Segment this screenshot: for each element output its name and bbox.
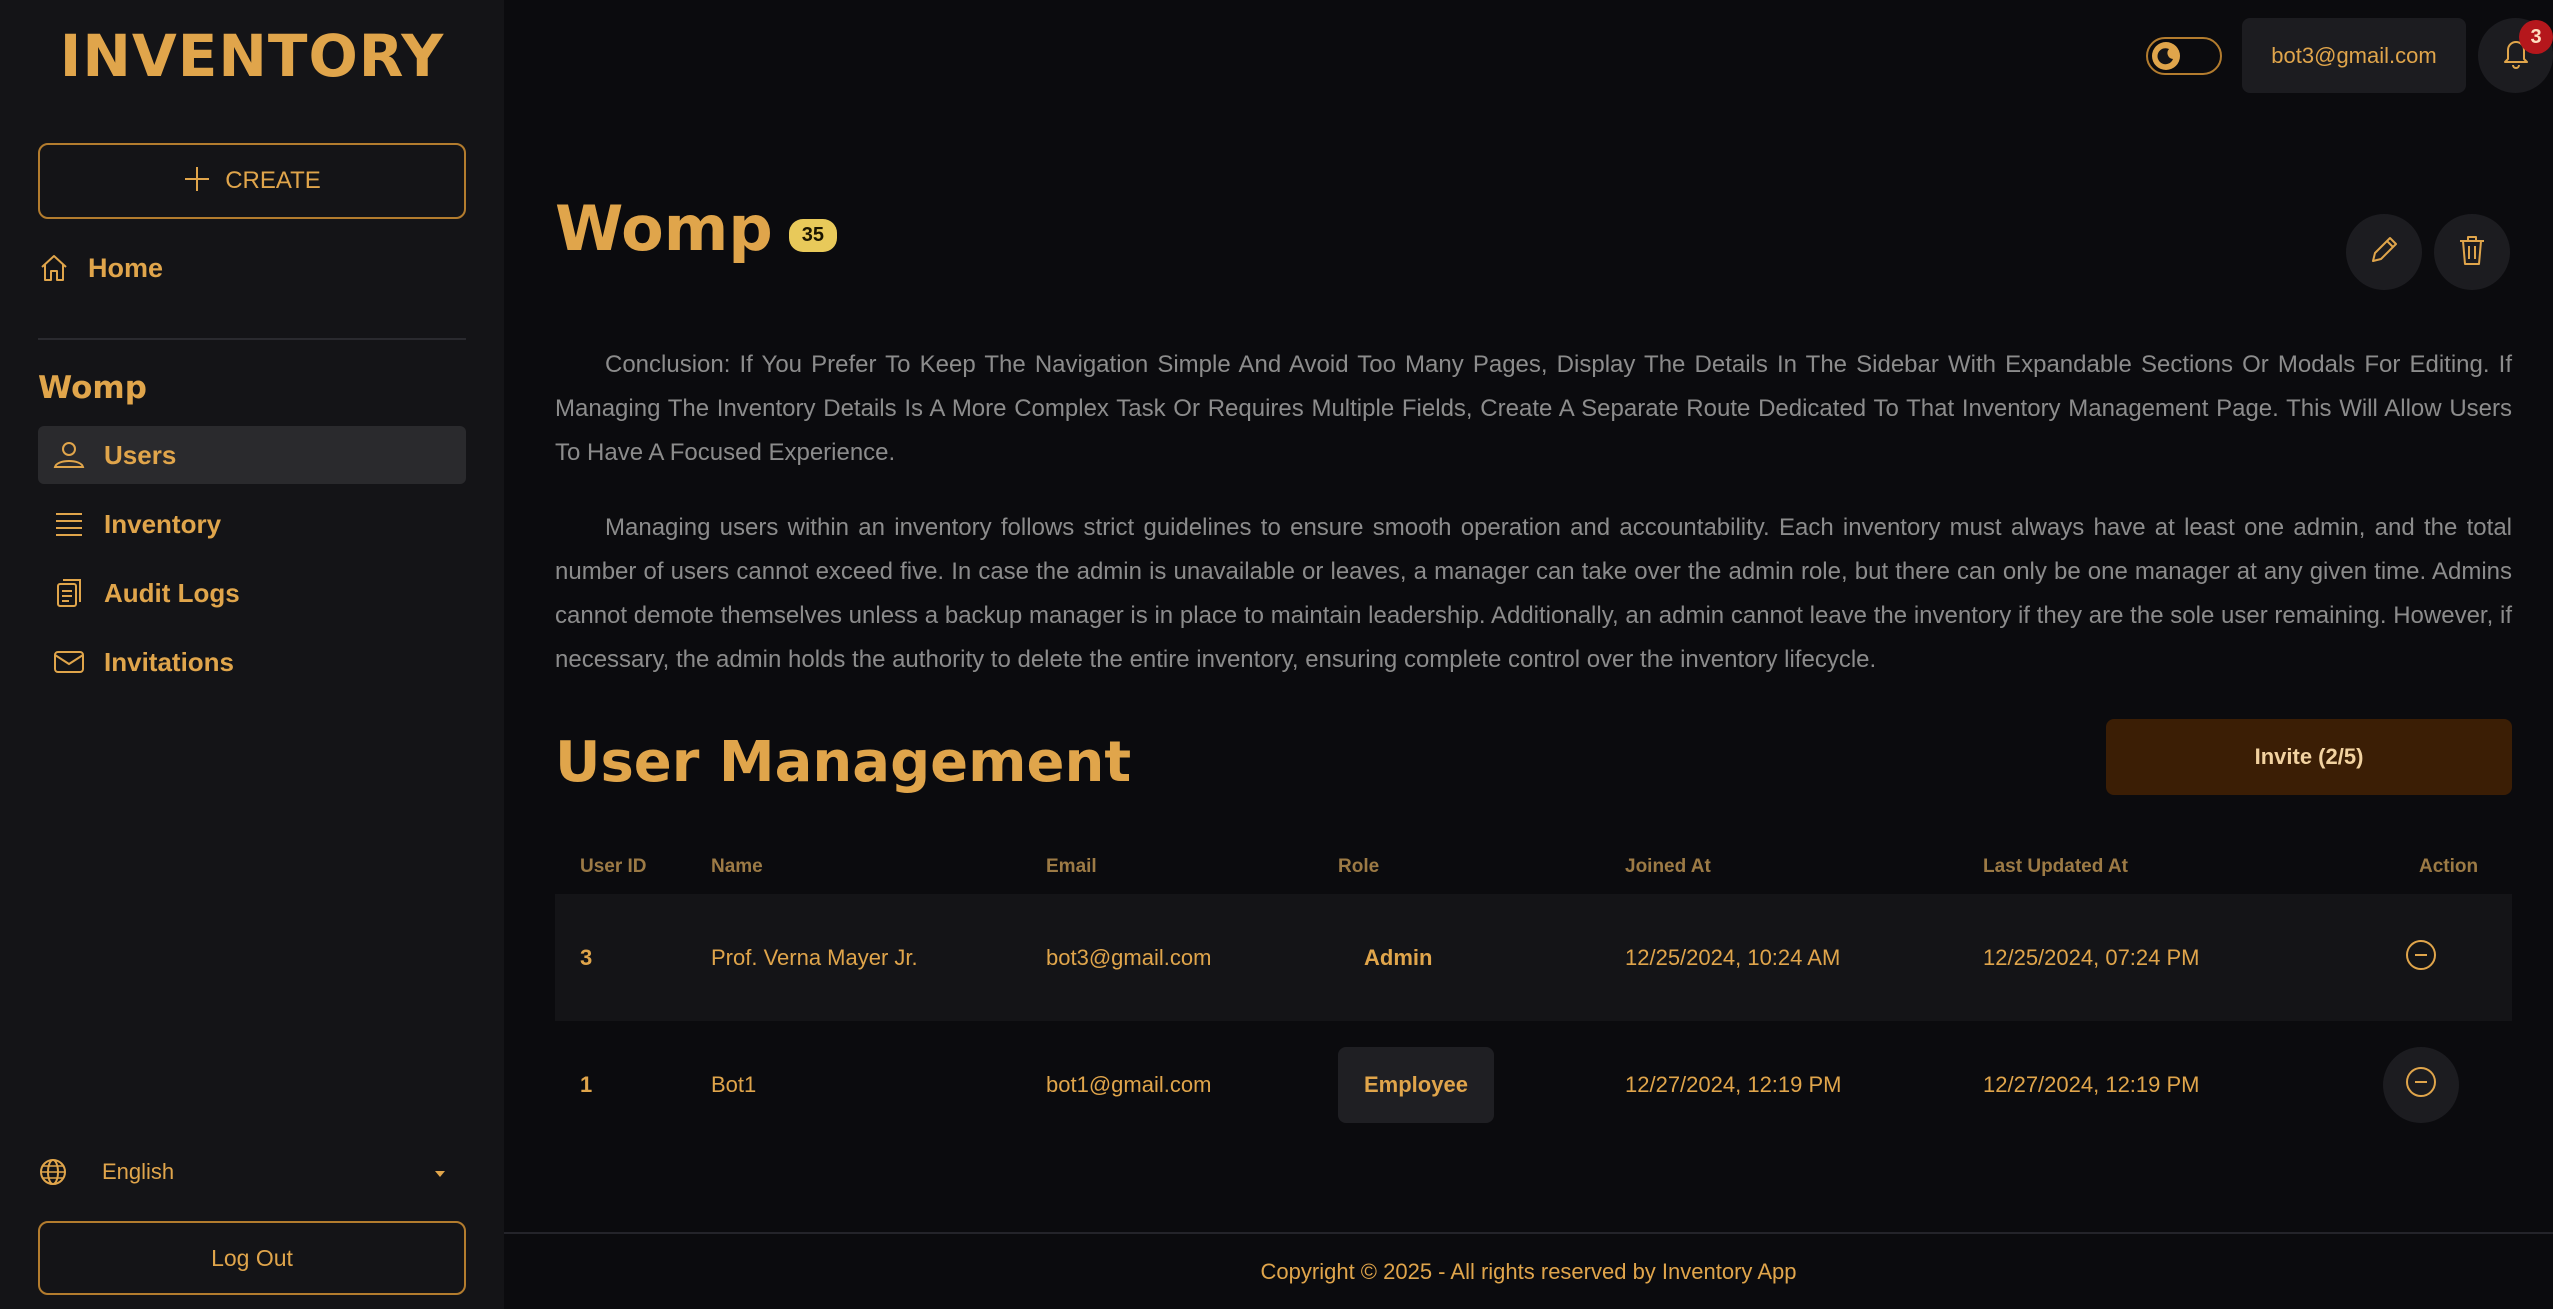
minus-circle-icon bbox=[2404, 1065, 2438, 1105]
column-header-user-id: User ID bbox=[580, 856, 647, 877]
column-header-joined-at: Joined At bbox=[1625, 856, 1711, 877]
cell-name: Bot1 bbox=[711, 1071, 757, 1097]
page-title: Womp 35 bbox=[555, 192, 838, 265]
create-button[interactable]: CREATE bbox=[38, 143, 466, 219]
inventory-section-title: Womp bbox=[38, 370, 147, 406]
list-icon bbox=[52, 509, 86, 539]
user-management-title: User Management bbox=[555, 730, 1132, 795]
cell-joined-at: 12/25/2024, 10:24 AM bbox=[1625, 944, 1841, 970]
brand-logo[interactable]: INVENTORY bbox=[0, 22, 504, 90]
inventory-title: Womp bbox=[555, 192, 773, 265]
notifications-button[interactable]: 3 bbox=[2478, 18, 2553, 93]
mail-icon bbox=[52, 647, 86, 677]
users-icon bbox=[52, 440, 86, 470]
theme-toggle[interactable] bbox=[2146, 37, 2222, 75]
cell-email: bot3@gmail.com bbox=[1046, 944, 1212, 970]
sidebar-item-label: Invitations bbox=[104, 646, 235, 677]
trash-icon bbox=[2456, 233, 2488, 272]
cell-email: bot1@gmail.com bbox=[1046, 1071, 1212, 1097]
column-header-action: Action bbox=[2419, 856, 2479, 877]
cell-name: Prof. Verna Mayer Jr. bbox=[711, 944, 918, 970]
sidebar-item-invitations[interactable]: Invitations bbox=[38, 633, 466, 691]
delete-inventory-button[interactable] bbox=[2434, 214, 2510, 290]
sidebar-item-inventory[interactable]: Inventory bbox=[38, 495, 466, 553]
remove-user-button[interactable] bbox=[2382, 1046, 2459, 1123]
create-button-label: CREATE bbox=[225, 167, 321, 194]
chevron-down-icon bbox=[432, 1159, 448, 1185]
nav-home-label: Home bbox=[88, 252, 164, 283]
column-header-last-updated-at: Last Updated At bbox=[1983, 856, 2128, 877]
table-row: 1 Bot1 bot1@gmail.com Employee 12/27/202… bbox=[555, 1021, 2512, 1148]
logout-button[interactable]: Log Out bbox=[38, 1221, 466, 1295]
language-select[interactable]: English bbox=[38, 1152, 448, 1192]
cell-role: Admin bbox=[1338, 920, 1625, 996]
column-header-name: Name bbox=[711, 856, 763, 877]
sidebar: INVENTORY CREATE Home Womp Users Invento… bbox=[0, 0, 504, 1309]
language-label: English bbox=[102, 1159, 175, 1184]
inventory-description-2: Managing users within an inventory follo… bbox=[555, 514, 2512, 673]
clipboard-icon bbox=[52, 576, 86, 610]
sidebar-item-label: Audit Logs bbox=[104, 577, 240, 608]
cell-last-updated-at: 12/25/2024, 07:24 PM bbox=[1983, 944, 2200, 970]
cell-role: Employee bbox=[1338, 1046, 1625, 1123]
home-icon bbox=[38, 252, 70, 284]
sidebar-item-label: Users bbox=[104, 439, 177, 470]
sidebar-item-users[interactable]: Users bbox=[38, 426, 466, 484]
globe-icon bbox=[38, 1157, 68, 1187]
user-email-button[interactable]: bot3@gmail.com bbox=[2242, 18, 2466, 93]
sidebar-item-audit-logs[interactable]: Audit Logs bbox=[38, 564, 466, 622]
sidebar-item-label: Inventory bbox=[104, 508, 222, 539]
role-badge: Admin bbox=[1364, 944, 1433, 970]
column-header-role: Role bbox=[1338, 856, 1380, 877]
cell-action bbox=[2339, 920, 2512, 996]
table-header: User ID Name Email Role Joined At Last U… bbox=[555, 840, 2512, 894]
notification-count-badge: 3 bbox=[2519, 20, 2553, 54]
column-header-email: Email bbox=[1046, 856, 1097, 877]
count-badge: 35 bbox=[788, 219, 838, 252]
cell-user-id: 1 bbox=[580, 1071, 593, 1097]
minus-circle-icon bbox=[2404, 938, 2438, 978]
copyright-text: Copyright © 2025 - All rights reserved b… bbox=[1260, 1258, 1797, 1284]
invite-button[interactable]: Invite (2/5) bbox=[2106, 719, 2512, 795]
pencil-icon bbox=[2367, 233, 2401, 272]
inventory-nav: Users Inventory Audit Logs Invitations bbox=[38, 426, 466, 702]
cell-action bbox=[2339, 1046, 2512, 1123]
moon-icon bbox=[2152, 42, 2180, 70]
users-table: User ID Name Email Role Joined At Last U… bbox=[555, 840, 2512, 1148]
plus-icon bbox=[183, 162, 211, 200]
cell-last-updated-at: 12/27/2024, 12:19 PM bbox=[1983, 1071, 2200, 1097]
cell-user-id: 3 bbox=[580, 944, 593, 970]
nav-home[interactable]: Home bbox=[38, 246, 163, 290]
edit-inventory-button[interactable] bbox=[2346, 214, 2422, 290]
remove-user-button[interactable] bbox=[2383, 920, 2459, 996]
main-content: bot3@gmail.com 3 Womp 35 Conclusion: If … bbox=[504, 0, 2553, 1309]
inventory-description-1: Conclusion: If You Prefer To Keep The Na… bbox=[555, 351, 2512, 466]
table-row: 3 Prof. Verna Mayer Jr. bot3@gmail.com A… bbox=[555, 894, 2512, 1021]
sidebar-divider bbox=[38, 338, 466, 340]
footer: Copyright © 2025 - All rights reserved b… bbox=[504, 1232, 2553, 1309]
role-select-button[interactable]: Employee bbox=[1338, 1046, 1494, 1123]
cell-joined-at: 12/27/2024, 12:19 PM bbox=[1625, 1071, 1842, 1097]
